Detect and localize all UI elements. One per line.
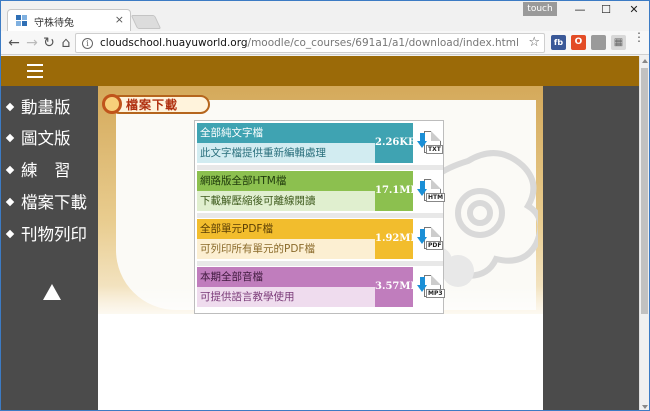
diamond-bullet-icon: [5, 165, 15, 175]
download-size: 17.1MB: [375, 171, 419, 211]
swirl-icon: [102, 94, 122, 114]
diamond-bullet-icon: [5, 133, 15, 143]
download-mp3-icon[interactable]: MP3: [416, 273, 445, 301]
touch-badge: touch: [523, 2, 557, 16]
sidebar-item-label: 練 習: [21, 161, 71, 180]
download-size: 2.26KB: [375, 123, 417, 163]
url-path: /moodle/co_courses/691a1/a1/download/ind…: [247, 37, 519, 49]
section-title: 檔案下載: [126, 98, 179, 112]
download-list: 全部純文字檔 此文字檔提供重新編輯處理 2.26KB TXT 網路版全部HTM檔…: [194, 120, 446, 314]
download-row-mp3[interactable]: 本期全部音檔 可提供語言教學使用 3.57MB MP3: [197, 267, 445, 310]
browser-window: 守株待兔 × touch — ☐ ✕ ← → ↻ ⌂ i cloudschool…: [0, 0, 650, 411]
up-triangle-icon[interactable]: [43, 284, 61, 300]
scroll-thumb[interactable]: [641, 68, 648, 314]
download-row-htm[interactable]: 網路版全部HTM檔 下載解壓縮後可離線閱讀 17.1MB HTM: [197, 171, 446, 214]
sidebar-item-animation[interactable]: 動畫版: [5, 94, 71, 118]
site-sidebar: 動畫版 圖文版 練 習 檔案下載 刊物列印: [1, 86, 98, 410]
sidebar-item-label: 動畫版: [21, 98, 71, 117]
address-bar[interactable]: i cloudschool.huayuworld.org/moodle/co_c…: [75, 33, 545, 53]
download-title: 本期全部音檔: [197, 267, 375, 287]
site-topbar: [1, 56, 639, 86]
gray-extension-icon[interactable]: [591, 35, 606, 50]
download-title: 全部單元PDF檔: [197, 219, 375, 239]
sidebar-item-label: 檔案下載: [21, 193, 87, 212]
download-description: 可提供語言教學使用: [197, 287, 375, 307]
download-pdf-icon[interactable]: PDF: [416, 225, 444, 253]
sidebar-item-print[interactable]: 刊物列印: [5, 221, 87, 245]
sidebar-item-label: 圖文版: [21, 129, 71, 148]
sidebar-item-illustrated[interactable]: 圖文版: [5, 125, 71, 149]
download-row-pdf[interactable]: 全部單元PDF檔 可列印所有單元的PDF檔 1.92MB PDF: [197, 219, 444, 262]
web-page: 動畫版 圖文版 練 習 檔案下載 刊物列印 檔案下載 全部純文字檔 此文字檔提供…: [1, 56, 639, 410]
scroll-up-icon[interactable]: [642, 59, 648, 63]
new-tab-button[interactable]: [130, 15, 162, 29]
url-host: cloudschool.huayuworld.org: [100, 37, 248, 49]
right-margin-strip: [543, 86, 639, 410]
title-bar: 守株待兔 × touch — ☐ ✕: [1, 1, 649, 31]
download-size: 1.92MB: [375, 219, 419, 259]
browser-tab[interactable]: 守株待兔 ×: [7, 9, 131, 31]
page-scrollbar[interactable]: [639, 56, 649, 410]
back-button[interactable]: ←: [5, 34, 23, 52]
scroll-down-icon[interactable]: [642, 405, 648, 409]
diamond-bullet-icon: [5, 197, 15, 207]
sidebar-item-label: 刊物列印: [21, 225, 87, 244]
download-title: 網路版全部HTM檔: [197, 171, 375, 191]
tab-title: 守株待兔: [34, 18, 74, 29]
info-icon[interactable]: i: [82, 38, 93, 49]
row-divider: [197, 261, 443, 266]
download-size: 3.57MB: [375, 267, 419, 307]
home-button[interactable]: ⌂: [57, 34, 75, 52]
url-text[interactable]: cloudschool.huayuworld.org/moodle/co_cou…: [100, 37, 519, 49]
file-type-tag: MP3: [426, 289, 445, 298]
sidebar-item-practice[interactable]: 練 習: [5, 157, 71, 181]
forward-button[interactable]: →: [23, 34, 41, 52]
sidebar-item-downloads[interactable]: 檔案下載: [5, 189, 87, 213]
favicon-icon: [16, 15, 27, 26]
row-divider: [197, 165, 443, 170]
download-content: 檔案下載 全部純文字檔 此文字檔提供重新編輯處理 2.26KB TXT 網路版全…: [98, 86, 543, 410]
fb-extension-icon[interactable]: fb: [551, 35, 566, 50]
office-extension-icon[interactable]: O: [571, 35, 586, 50]
close-tab-icon[interactable]: ×: [115, 13, 124, 26]
file-type-tag: PDF: [426, 241, 444, 250]
reload-button[interactable]: ↻: [40, 34, 58, 52]
maximize-button[interactable]: ☐: [593, 3, 619, 17]
download-txt-icon[interactable]: TXT: [416, 129, 443, 157]
download-row-txt[interactable]: 全部純文字檔 此文字檔提供重新編輯處理 2.26KB TXT: [197, 123, 443, 166]
download-htm-icon[interactable]: HTM: [416, 177, 446, 205]
download-description: 可列印所有單元的PDF檔: [197, 239, 375, 259]
download-description: 下載解壓縮後可離線閱讀: [197, 191, 375, 211]
download-description: 此文字檔提供重新編輯處理: [197, 143, 375, 163]
diamond-bullet-icon: [5, 102, 15, 112]
row-divider: [197, 213, 443, 218]
browser-toolbar: ← → ↻ ⌂ i cloudschool.huayuworld.org/moo…: [1, 31, 649, 55]
close-window-button[interactable]: ✕: [621, 3, 647, 17]
file-type-tag: HTM: [426, 193, 446, 202]
file-type-tag: TXT: [426, 145, 443, 154]
download-title: 全部純文字檔: [197, 123, 375, 143]
grid-extension-icon[interactable]: ▦: [611, 35, 626, 50]
bookmark-star-icon[interactable]: ☆: [528, 35, 540, 50]
browser-menu-icon[interactable]: ⋮: [633, 31, 645, 43]
hamburger-icon[interactable]: [27, 64, 43, 78]
section-banner: 檔案下載: [102, 92, 214, 116]
diamond-bullet-icon: [5, 229, 15, 239]
minimize-button[interactable]: —: [567, 3, 593, 17]
